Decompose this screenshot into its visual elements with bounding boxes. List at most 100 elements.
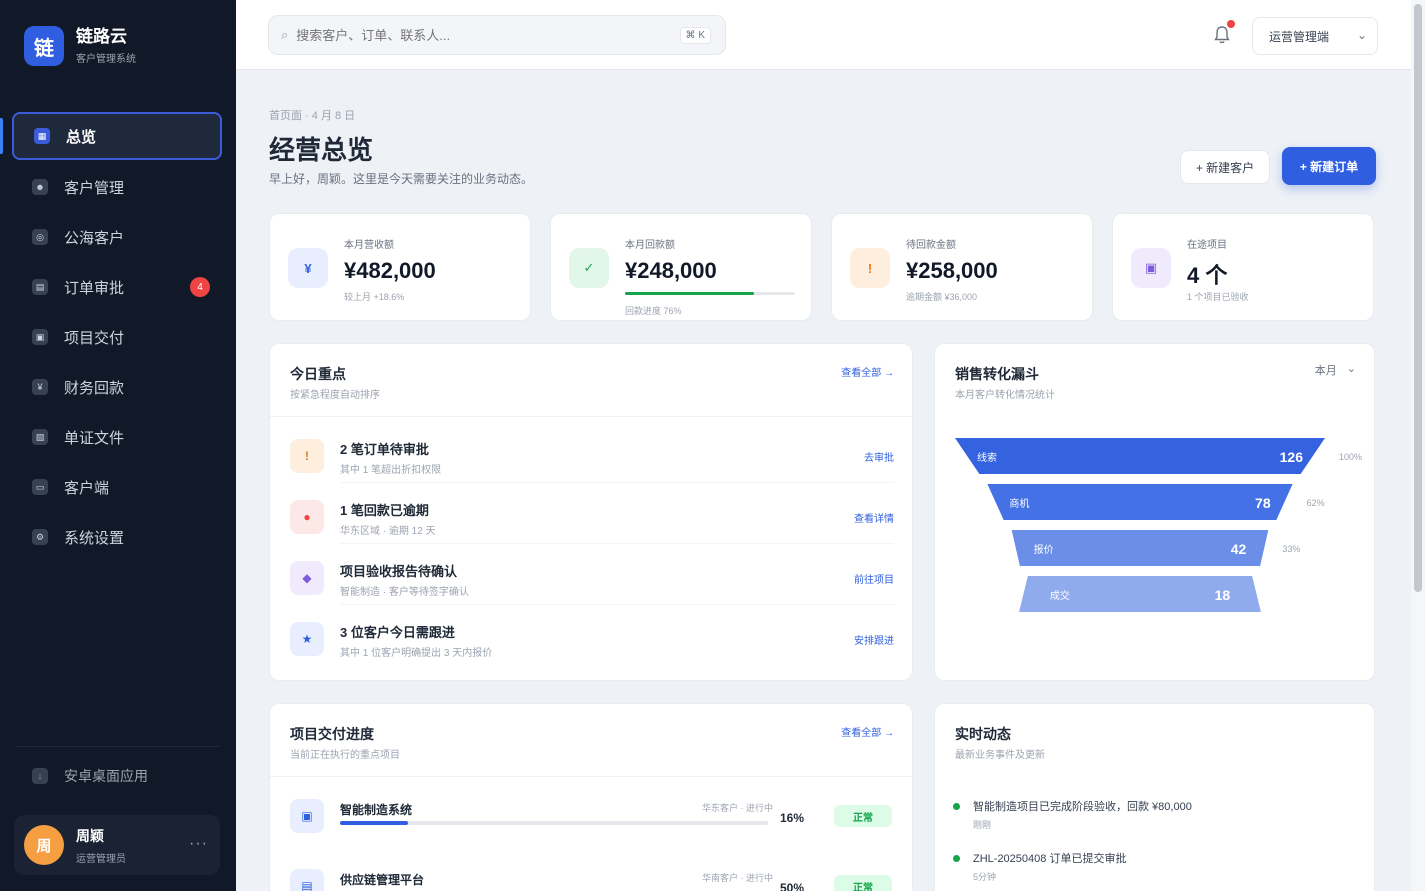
sidebar-item-file[interactable]: ▧ 单证文件 (12, 412, 222, 462)
sidebar-item-wallet[interactable]: ¥ 财务回款 (12, 362, 222, 412)
activity-text: ZHL-20250408 订单已提交审批 (973, 853, 1127, 865)
workspace-select[interactable]: 运营管理端 ⌄ (1252, 17, 1378, 55)
nav-badge: 4 (190, 277, 210, 297)
kpi-value: ¥482,000 (344, 258, 436, 283)
todo-action-link[interactable]: 查看详情 (854, 510, 894, 525)
sidebar-item-globe[interactable]: ◎ 公海客户 (12, 212, 222, 262)
kpi-icon: ! (850, 248, 890, 288)
search-icon: ⌕ (281, 27, 289, 42)
todo-item[interactable]: ● 1 笔回款已逾期 华东区域 · 逾期 12 天 查看详情 (290, 488, 894, 544)
todo-action-link[interactable]: 去审批 (864, 449, 894, 464)
search-input[interactable] (296, 27, 677, 43)
kpi-value: ¥248,000 (625, 258, 717, 283)
todo-icon: ! (290, 439, 324, 473)
scrollbar[interactable] (1411, 0, 1425, 891)
todo-desc: 其中 1 笔超出折扣权限 (340, 465, 442, 476)
todo-item[interactable]: ! 2 笔订单待审批其中 1 笔超出折扣权限 去审批 (290, 427, 894, 483)
search-shortcut: ⌘ K (679, 27, 711, 44)
sidebar-item-label: 公海客户 (64, 229, 125, 247)
funnel-stage-rate: 100% (1339, 452, 1362, 462)
sidebar-item-dashboard[interactable]: ▦ 总览 (12, 112, 222, 160)
kpi-foot: 1 个项目已验收 (1187, 292, 1249, 302)
funnel-stage-value: 18 (1215, 587, 1231, 603)
scrollbar-thumb[interactable] (1414, 4, 1422, 592)
brand-name: 链路云 (76, 27, 127, 46)
brand[interactable]: 链 链路云 客户管理系统 (24, 26, 136, 66)
todo-action-link[interactable]: 前往项目 (854, 571, 894, 586)
funnel-chart: 线索 126 100% 商机 78 62% 报价 42 33% 成交 18 (955, 438, 1362, 612)
funnel-panel-title: 销售转化漏斗 (955, 366, 1039, 382)
projects-panel-title: 项目交付进度 (290, 726, 374, 742)
todo-panel-subtitle: 按紧急程度自动排序 (290, 390, 380, 401)
kpi-card: ▣ 在途项目 4 个 1 个项目已验收 (1112, 213, 1374, 321)
download-label: 安卓桌面应用 (64, 768, 148, 784)
users-icon: ☻ (32, 179, 48, 195)
sidebar-item-label: 单证文件 (64, 429, 125, 447)
funnel-stage[interactable] (955, 438, 1325, 474)
todo-desc: 智能制造 · 客户等待签字确认 (340, 587, 469, 598)
wallet-icon: ¥ (32, 379, 48, 395)
funnel-stage-label: 商机 (1009, 497, 1029, 510)
todo-item[interactable]: ★ 3 位客户今日需跟进 其中 1 位客户明确提出 3 天内报价 安排跟进 (290, 610, 894, 666)
sidebar-item-label: 客户端 (64, 479, 110, 497)
project-row[interactable]: ▣ 智能制造系统 华东客户 · 进行中 16% 正常 (290, 787, 894, 853)
breadcrumb: 首页面 · 4 月 8 日 (269, 110, 356, 122)
todo-panel-title: 今日重点 (290, 366, 346, 382)
project-name: 智能制造系统 (340, 803, 413, 817)
project-progress-bar (340, 821, 768, 825)
status-badge: 正常 (834, 805, 892, 827)
bell-icon (1214, 26, 1230, 44)
globe-icon: ◎ (32, 229, 48, 245)
user-card[interactable]: 周 周颖 运营管理员 ··· (14, 815, 220, 875)
kpi-card: ! 待回款金额 ¥258,000 逾期金额 ¥36,000 (831, 213, 1093, 321)
activity-panel-subtitle: 最新业务事件及更新 (955, 750, 1045, 761)
sidebar-item-clipboard[interactable]: ▤ 订单审批 4 (12, 262, 222, 312)
kpi-card: ✓ 本月回款额 ¥248,000 回款进度 76% (550, 213, 812, 321)
todo-title: 项目验收报告待确认 (340, 564, 458, 579)
sidebar-item-label: 客户管理 (64, 179, 125, 197)
dashboard-icon: ▦ (34, 128, 50, 144)
sidebar-item-gear[interactable]: ⚙ 系统设置 (12, 512, 222, 562)
notification-dot (1227, 20, 1235, 28)
project-row[interactable]: ▤ 供应链管理平台 华南客户 · 进行中 50% 正常 (290, 857, 894, 891)
projects-view-all-link[interactable]: 查看全部 → (841, 724, 894, 739)
funnel-panel: 销售转化漏斗 本月客户转化情况统计 本月 ⌄ 线索 126 100% 商机 78 62% 报… (934, 343, 1375, 681)
todo-icon: ● (290, 500, 324, 534)
funnel-panel-subtitle: 本月客户转化情况统计 (955, 390, 1055, 401)
workspace-label: 运营管理端 (1269, 29, 1330, 44)
clipboard-icon: ▤ (32, 279, 48, 295)
todo-item[interactable]: ◆ 项目验收报告待确认 智能制造 · 客户等待签字确认 前往项目 (290, 549, 894, 605)
todo-view-all-link[interactable]: 查看全部 → (841, 364, 894, 379)
sidebar-item-label: 系统设置 (64, 529, 125, 547)
chevron-down-icon: ⌄ (1346, 363, 1356, 375)
todo-action-link[interactable]: 安排跟进 (854, 632, 894, 647)
more-icon[interactable]: ··· (189, 835, 208, 853)
row-divider (340, 604, 894, 605)
brand-subtitle: 客户管理系统 (76, 54, 136, 65)
sidebar-item-users[interactable]: ☻ 客户管理 (12, 162, 222, 212)
todo-title: 2 笔订单待审批 (340, 442, 429, 457)
search-box[interactable]: ⌕ ⌘ K (268, 15, 726, 55)
kpi-progress-fill (625, 292, 755, 295)
box-icon: ▣ (32, 329, 48, 345)
sidebar-item-box[interactable]: ▣ 项目交付 (12, 312, 222, 362)
status-dot (953, 855, 960, 862)
panel-divider (270, 416, 912, 417)
download-app-link[interactable]: ↓ 安卓桌面应用 (32, 766, 148, 786)
project-name: 供应链管理平台 (340, 873, 425, 887)
sidebar-item-monitor[interactable]: ▭ 客户端 (12, 462, 222, 512)
kpi-icon: ✓ (569, 248, 609, 288)
new-customer-button[interactable]: + 新建客户 (1180, 150, 1270, 184)
projects-panel: 项目交付进度 当前正在执行的重点项目 查看全部 → ▣ 智能制造系统 华东客户 · … (269, 703, 913, 891)
todo-desc: 其中 1 位客户明确提出 3 天内报价 (340, 648, 493, 659)
notification-bell-icon[interactable] (1212, 20, 1235, 46)
kpi-icon: ▣ (1131, 248, 1171, 288)
todo-title: 1 笔回款已逾期 (340, 503, 429, 518)
kpi-progress-bar (625, 292, 795, 295)
funnel-stage[interactable] (987, 484, 1293, 520)
row-divider (340, 543, 894, 544)
row-divider (340, 482, 894, 483)
period-select[interactable]: 本月 ⌄ (1315, 362, 1356, 378)
funnel-stage-rate: 33% (1282, 544, 1300, 554)
new-order-button[interactable]: + 新建订单 (1282, 147, 1376, 185)
